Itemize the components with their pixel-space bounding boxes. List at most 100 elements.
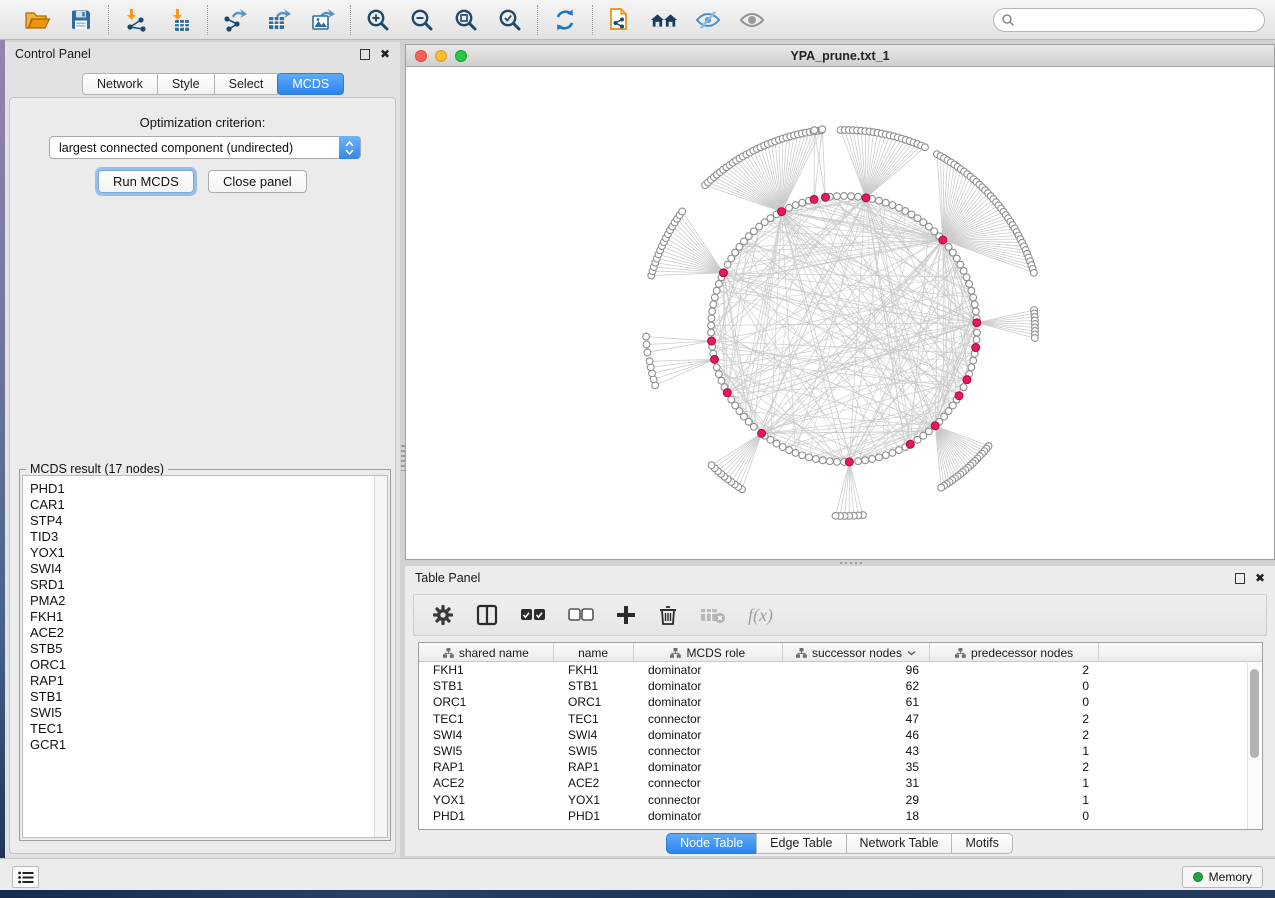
zoom-out-button[interactable] — [407, 5, 437, 35]
tab-mcds[interactable]: MCDS — [277, 73, 344, 95]
network-node[interactable] — [644, 349, 651, 356]
table-row[interactable]: YOX1YOX1connector291 — [419, 792, 1262, 808]
network-node[interactable] — [819, 126, 826, 133]
network-node[interactable] — [845, 458, 853, 466]
mcds-result-item[interactable]: PHD1 — [30, 481, 387, 497]
network-node[interactable] — [974, 329, 981, 336]
network-node[interactable] — [841, 193, 848, 200]
mcds-result-item[interactable]: RAP1 — [30, 673, 387, 689]
network-node[interactable] — [713, 287, 720, 294]
show-column-panel-button[interactable] — [476, 604, 498, 626]
network-node[interactable] — [719, 269, 727, 277]
table-row[interactable]: PHD1PHD1dominator180 — [419, 808, 1262, 824]
network-node[interactable] — [966, 280, 973, 287]
network-node[interactable] — [819, 457, 826, 464]
network-node[interactable] — [896, 204, 903, 211]
delete-column-button[interactable] — [658, 604, 678, 626]
network-node[interactable] — [758, 429, 766, 437]
network-node[interactable] — [718, 377, 725, 384]
network-node[interactable] — [708, 322, 715, 329]
network-node[interactable] — [973, 319, 981, 327]
network-node[interactable] — [1030, 269, 1037, 276]
close-panel-button[interactable]: Close panel — [208, 170, 307, 193]
zoom-selected-button[interactable] — [495, 5, 525, 35]
network-node[interactable] — [708, 315, 715, 322]
network-node[interactable] — [906, 440, 914, 448]
import-table-button[interactable] — [165, 5, 195, 35]
minimize-window-icon[interactable] — [435, 50, 447, 62]
network-node[interactable] — [723, 389, 731, 397]
zoom-fit-button[interactable] — [451, 5, 481, 35]
float-panel-icon[interactable] — [360, 49, 370, 60]
refresh-layout-button[interactable] — [550, 5, 580, 35]
network-node[interactable] — [968, 287, 975, 294]
network-node[interactable] — [792, 202, 799, 209]
maximize-window-icon[interactable] — [455, 50, 467, 62]
network-node[interactable] — [862, 457, 869, 464]
mcds-result-item[interactable]: TID3 — [30, 529, 387, 545]
network-node[interactable] — [970, 294, 977, 301]
network-node[interactable] — [882, 199, 889, 206]
close-table-panel-icon[interactable]: ✖ — [1255, 572, 1265, 584]
show-log-button[interactable] — [12, 866, 39, 888]
double-house-button[interactable] — [649, 5, 679, 35]
network-node[interactable] — [646, 358, 653, 365]
network-node[interactable] — [643, 333, 650, 340]
network-node[interactable] — [715, 280, 722, 287]
mcds-result-item[interactable]: SRD1 — [30, 577, 387, 593]
mcds-result-item[interactable]: TEC1 — [30, 721, 387, 737]
network-node[interactable] — [876, 197, 883, 204]
network-node[interactable] — [882, 452, 889, 459]
network-node[interactable] — [955, 392, 963, 400]
column-header-shared-name[interactable]: shared name — [419, 643, 554, 662]
network-canvas[interactable] — [406, 67, 1274, 559]
network-node[interactable] — [826, 458, 833, 465]
table-scrollbar[interactable] — [1247, 663, 1260, 829]
mcds-result-item[interactable]: YOX1 — [30, 545, 387, 561]
export-image-button[interactable] — [308, 5, 338, 35]
network-node[interactable] — [848, 193, 855, 200]
export-table-button[interactable] — [264, 5, 294, 35]
network-node[interactable] — [711, 355, 719, 363]
tab-network-table[interactable]: Network Table — [846, 833, 953, 854]
mcds-list-scrollbar[interactable] — [374, 476, 387, 837]
network-node[interactable] — [711, 294, 718, 301]
network-node[interactable] — [821, 193, 829, 201]
select-all-button[interactable] — [520, 608, 546, 622]
column-header-successor-nodes[interactable]: successor nodes — [783, 643, 930, 662]
float-table-panel-icon[interactable] — [1235, 573, 1245, 584]
mcds-result-item[interactable]: SWI4 — [30, 561, 387, 577]
mcds-result-item[interactable]: PMA2 — [30, 593, 387, 609]
mcds-result-item[interactable]: STP4 — [30, 513, 387, 529]
network-node[interactable] — [896, 447, 903, 454]
network-node[interactable] — [643, 341, 650, 348]
network-node[interactable] — [834, 458, 841, 465]
network-node[interactable] — [806, 454, 813, 461]
table-settings-button[interactable] — [432, 604, 454, 626]
table-scrollbar-thumb[interactable] — [1250, 669, 1259, 758]
network-node[interactable] — [786, 204, 793, 211]
network-node[interactable] — [855, 193, 862, 200]
network-node[interactable] — [708, 329, 715, 336]
network-node[interactable] — [889, 449, 896, 456]
network-node[interactable] — [1031, 335, 1038, 342]
export-network-button[interactable] — [220, 5, 250, 35]
network-node[interactable] — [963, 376, 971, 384]
search-input[interactable] — [993, 8, 1265, 32]
network-node[interactable] — [939, 236, 947, 244]
network-node[interactable] — [709, 308, 716, 315]
network-node[interactable] — [855, 458, 862, 465]
network-node[interactable] — [728, 396, 735, 403]
network-node[interactable] — [957, 261, 964, 268]
vertical-splitter-grip[interactable] — [401, 445, 405, 471]
network-node[interactable] — [811, 127, 818, 134]
table-row[interactable]: ACE2ACE2connector311 — [419, 775, 1262, 791]
memory-button[interactable]: Memory — [1182, 866, 1263, 888]
network-node[interactable] — [889, 202, 896, 209]
eye-button[interactable] — [737, 5, 767, 35]
network-node[interactable] — [812, 456, 819, 463]
network-node[interactable] — [832, 512, 839, 519]
table-row[interactable]: ORC1ORC1dominator610 — [419, 694, 1262, 710]
zoom-in-button[interactable] — [363, 5, 393, 35]
network-node[interactable] — [862, 194, 870, 202]
